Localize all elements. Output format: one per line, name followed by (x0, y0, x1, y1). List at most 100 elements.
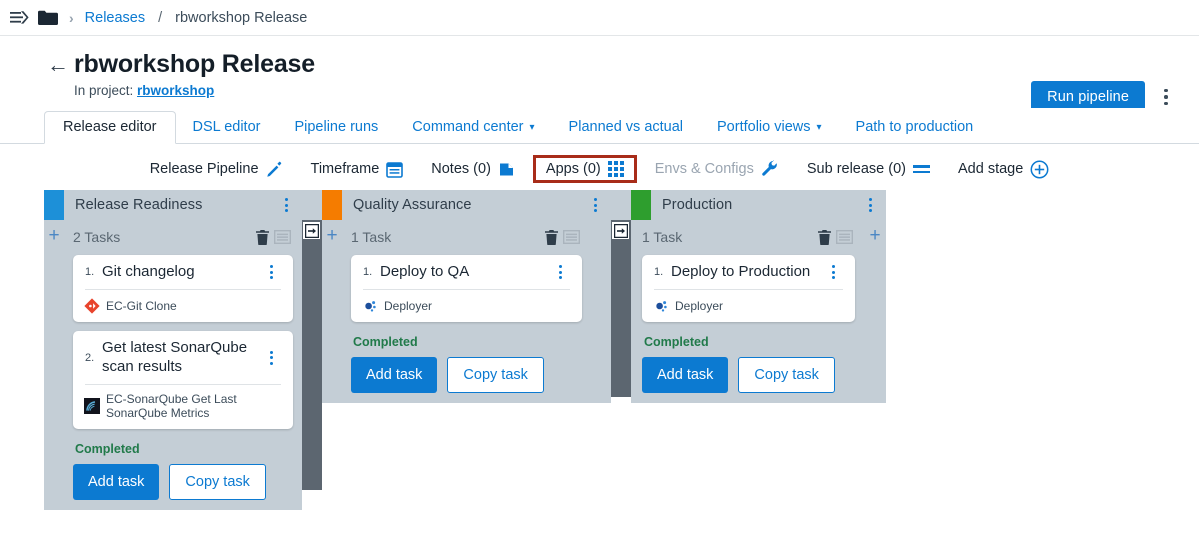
page-subtitle: In project: rbworkshop (74, 83, 1175, 98)
task-kebab-menu-icon[interactable] (260, 350, 282, 365)
gate-top-spacer (302, 190, 322, 220)
main-menu-icon[interactable] (10, 10, 29, 25)
add-stage-after-gutter[interactable]: + (864, 220, 886, 404)
list-view-icon[interactable] (271, 230, 293, 244)
stage-name: Production (662, 197, 733, 213)
task-card[interactable]: 1. Deploy to QA Deployer (351, 255, 582, 323)
stage-status-badge: Completed (353, 335, 418, 350)
note-page-icon[interactable] (498, 161, 515, 178)
stage-production: Production 1 Task 1. Deploy to Productio… (631, 190, 886, 404)
task-kebab-menu-icon[interactable] (549, 265, 571, 280)
stage-kebab-menu-icon[interactable] (584, 198, 606, 212)
task-card[interactable]: 1. Git changelog EC-Git Clone (73, 255, 293, 323)
gate-top-spacer (611, 190, 631, 220)
stage-color-bar (44, 190, 64, 220)
stage-kebab-menu-icon[interactable] (275, 198, 297, 212)
tool-label: Release Pipeline (149, 161, 259, 177)
delete-icon[interactable] (253, 229, 271, 245)
add-stage-plus-icon[interactable]: + (869, 226, 880, 403)
tab-path-to-production[interactable]: Path to production (839, 112, 991, 144)
subtitle-prefix: In project: (74, 82, 138, 98)
delete-icon[interactable] (815, 229, 833, 245)
apps-button[interactable]: Apps (0) (532, 155, 637, 183)
stage-content: 1 Task 1. (631, 220, 864, 404)
apps-grid-icon[interactable] (607, 161, 624, 177)
stage-content: 2 Tasks 1. Git changelog EC-Git Clone 2.… (64, 220, 302, 510)
copy-task-button[interactable]: Copy task (447, 357, 544, 394)
task-plugin-row: EC-SonarQube Get Last SonarQube Metrics (73, 385, 293, 429)
tab-label: Release editor (63, 118, 157, 135)
timeframe-button[interactable]: Timeframe (297, 155, 418, 184)
tab-dsl-editor[interactable]: DSL editor (176, 112, 278, 144)
envs-and-configs-button[interactable]: Envs & Configs (641, 154, 793, 184)
back-arrow-icon[interactable]: ← (47, 54, 69, 76)
folder-icon[interactable] (38, 10, 58, 26)
plus-circle-icon[interactable] (1030, 160, 1049, 179)
notes-button[interactable]: Notes (0) (417, 155, 529, 184)
deployer-dots-icon (652, 297, 669, 314)
task-title: Deploy to Production (671, 263, 811, 280)
copy-task-button[interactable]: Copy task (169, 463, 266, 500)
pencil-icon[interactable] (266, 161, 283, 178)
pipeline-toolbar: Release Pipeline Timeframe Notes (0) App… (0, 144, 1199, 190)
tab-label: Pipeline runs (294, 118, 379, 135)
tool-label: Notes (0) (431, 161, 491, 177)
add-stage-before-gutter[interactable]: + (322, 220, 342, 404)
stage-header: Quality Assurance (322, 190, 611, 220)
breadcrumb-link-releases[interactable]: Releases (85, 10, 145, 26)
gate-strip[interactable] (611, 220, 631, 397)
stage-name: Quality Assurance (353, 197, 472, 213)
stage-content: 1 Task 1. (342, 220, 591, 404)
git-diamond-icon (83, 297, 100, 314)
tab-command-center[interactable]: Command center ▾ (395, 112, 551, 144)
task-card[interactable]: 2. Get latest SonarQube scan results EC-… (73, 331, 293, 429)
tab-release-editor[interactable]: Release editor (44, 110, 176, 144)
task-plugin-name: EC-Git Clone (106, 298, 177, 313)
stage-action-buttons: Add task Copy task (642, 357, 855, 394)
add-task-button[interactable]: Add task (73, 463, 160, 500)
exit-gate-icon[interactable] (612, 222, 629, 239)
task-title: Get latest SonarQube scan results (102, 339, 248, 375)
release-pipeline-button[interactable]: Release Pipeline (136, 155, 297, 184)
deployer-dots-icon (361, 297, 378, 314)
add-stage-before-gutter[interactable]: + (44, 220, 64, 510)
copy-task-button[interactable]: Copy task (738, 357, 835, 394)
stage-body: 1 Task 1. Deploy to Production Deployer … (631, 220, 886, 404)
task-kebab-menu-icon[interactable] (822, 265, 844, 280)
task-title: Deploy to QA (380, 263, 470, 280)
add-task-button[interactable]: Add task (351, 357, 438, 394)
add-stage-plus-icon[interactable]: + (326, 226, 337, 403)
stage-quality-assurance: Quality Assurance + 1 Task 1. Deploy to … (322, 190, 611, 404)
exit-gate-icon[interactable] (303, 222, 320, 239)
list-view-icon[interactable] (833, 230, 855, 244)
task-title: Git changelog (102, 263, 195, 280)
task-number: 1. (85, 266, 95, 279)
task-plugin-name: Deployer (675, 298, 724, 313)
task-card-header: 2. Get latest SonarQube scan results (73, 331, 293, 384)
add-stage-button[interactable]: Add stage (944, 154, 1063, 185)
tab-planned-vs-actual[interactable]: Planned vs actual (552, 112, 700, 144)
breadcrumb-bar: › Releases / rbworkshop Release (0, 0, 1199, 36)
chevron-down-icon: ▾ (816, 121, 822, 133)
stage-release-readiness: Release Readiness + 2 Tasks 1. Git chang… (44, 190, 302, 510)
calendar-icon[interactable] (386, 161, 404, 178)
breadcrumb-current: rbworkshop Release (175, 9, 308, 26)
tab-portfolio-views[interactable]: Portfolio views ▾ (700, 112, 839, 144)
lines-icon[interactable] (913, 165, 930, 173)
add-task-button[interactable]: Add task (642, 357, 729, 394)
stage-kebab-menu-icon[interactable] (859, 198, 881, 212)
project-link[interactable]: rbworkshop (137, 83, 214, 98)
task-kebab-menu-icon[interactable] (260, 265, 282, 280)
sub-release-button[interactable]: Sub release (0) (793, 155, 944, 183)
tool-label: Timeframe (310, 161, 380, 177)
tab-label: Planned vs actual (568, 118, 684, 135)
list-view-icon[interactable] (560, 230, 582, 244)
tab-pipeline-runs[interactable]: Pipeline runs (277, 112, 395, 144)
task-card[interactable]: 1. Deploy to Production Deployer (642, 255, 855, 323)
stage-name: Release Readiness (75, 197, 203, 213)
delete-icon[interactable] (542, 229, 560, 245)
add-stage-plus-icon[interactable]: + (48, 226, 59, 510)
task-number: 1. (654, 266, 664, 279)
tab-label: Path to production (855, 118, 974, 135)
gate-strip[interactable] (302, 220, 322, 490)
